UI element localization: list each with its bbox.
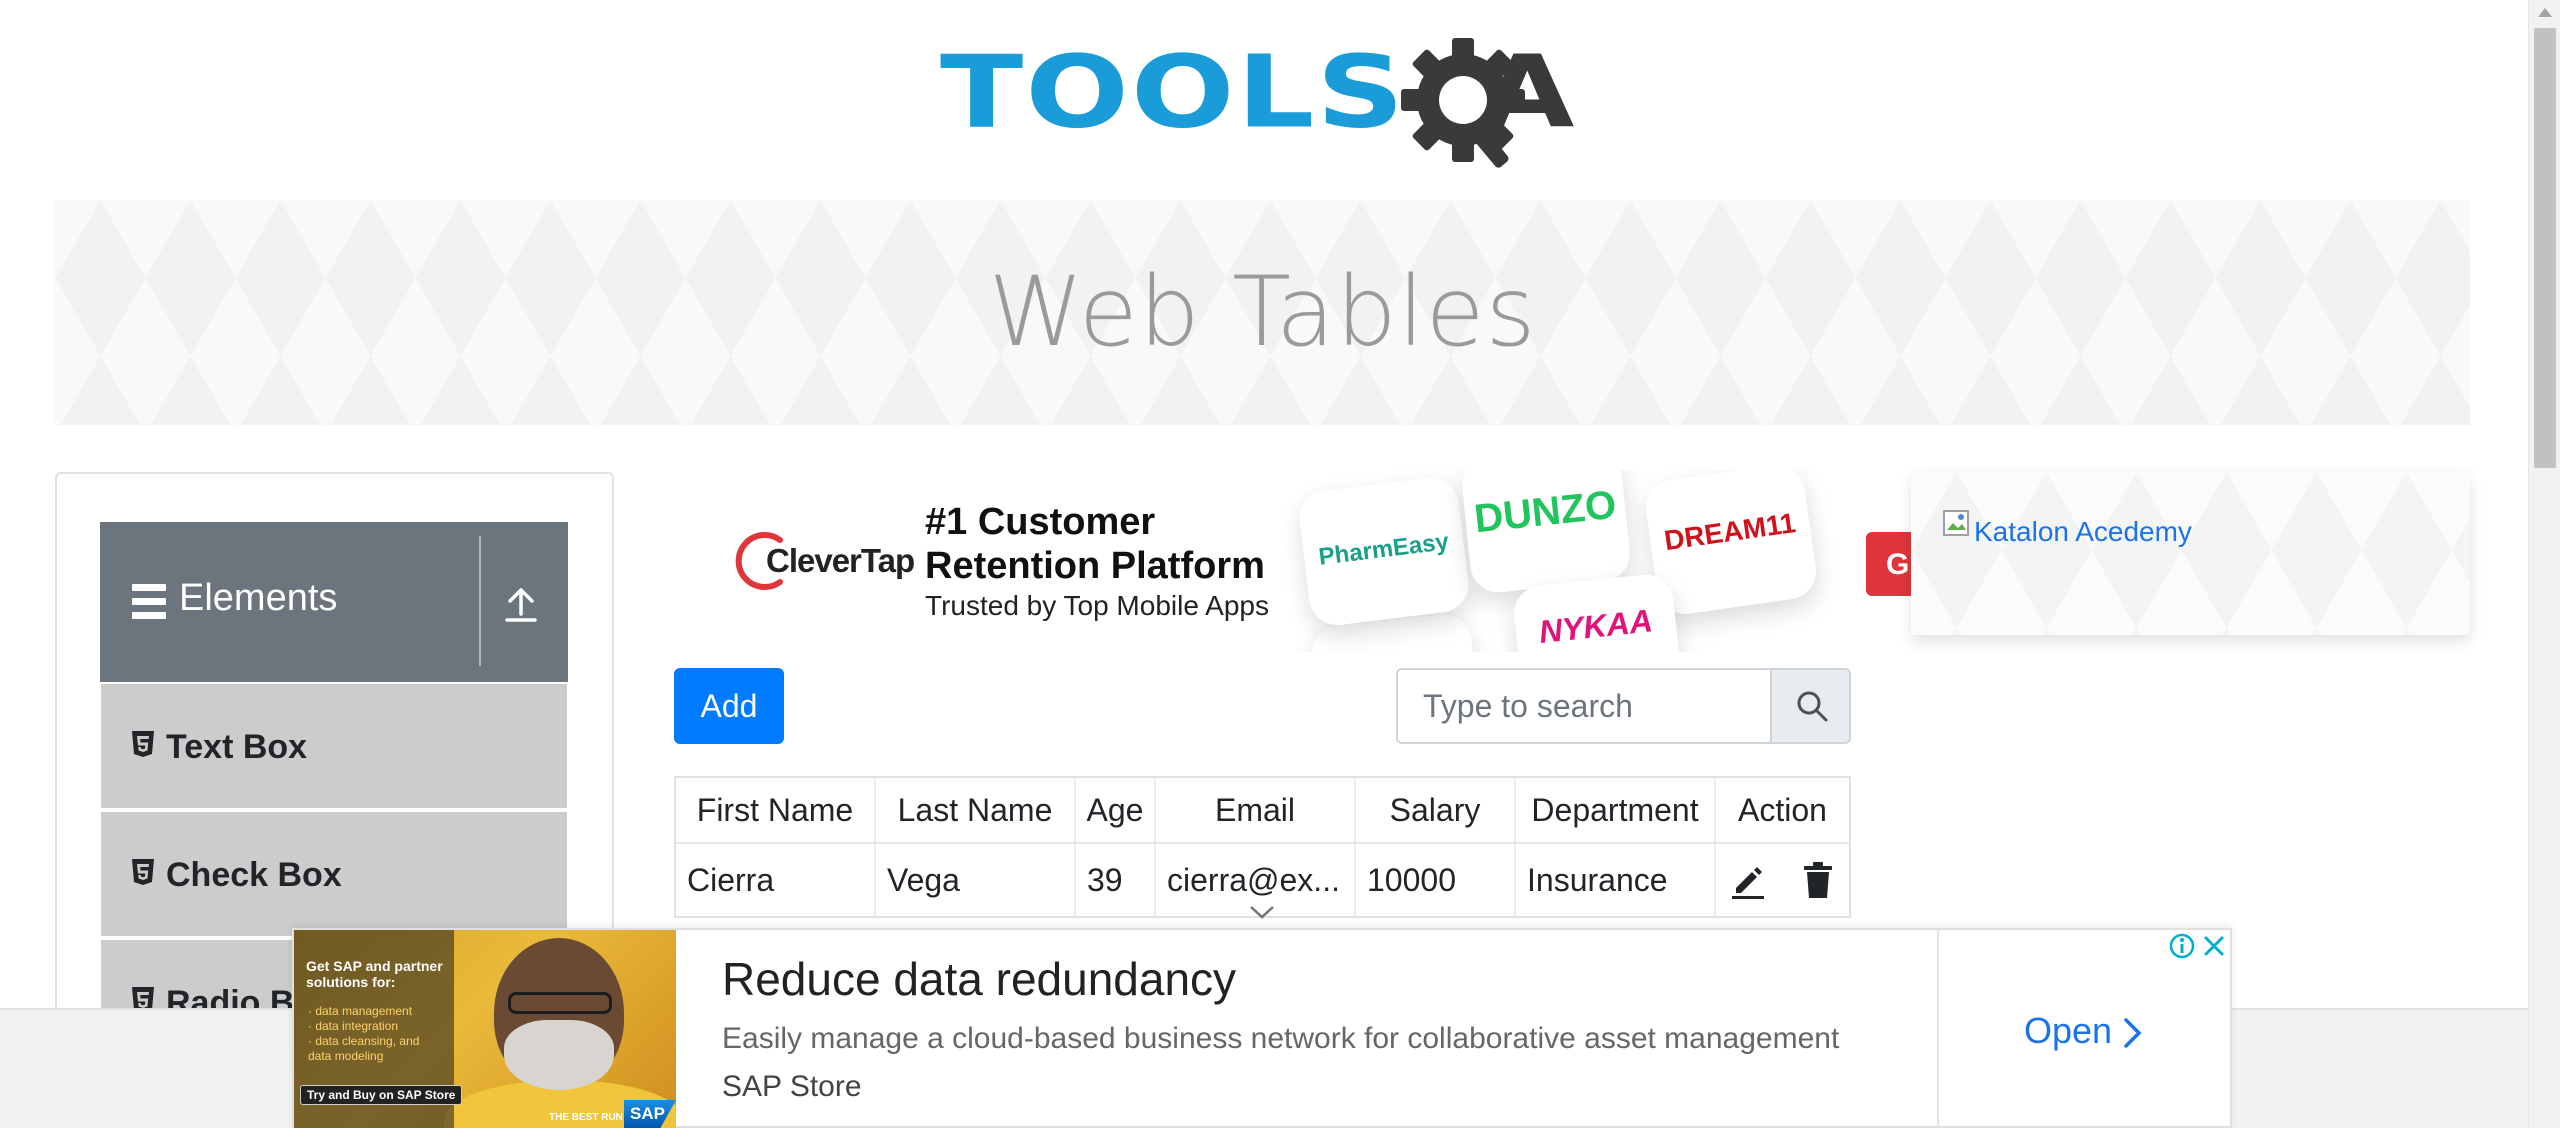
- cell-first-name: Cierra: [676, 844, 876, 916]
- ad-headline: #1 Customer Retention Platform: [925, 501, 1265, 587]
- cell-age: 39: [1076, 844, 1156, 916]
- html5-icon: [132, 859, 154, 885]
- ad-image-bullets: · data management · data integration · d…: [308, 1004, 420, 1063]
- ad-person-beard: [504, 1020, 614, 1090]
- sap-ad[interactable]: Get SAP and partner solutions for: · dat…: [292, 928, 2232, 1128]
- cell-last-name: Vega: [876, 844, 1076, 916]
- clevertap-logo: CleverTap: [732, 528, 932, 598]
- search-button[interactable]: [1770, 670, 1849, 742]
- logo-a-letter: A: [1480, 33, 1575, 151]
- ad-divider: [1937, 930, 1939, 1128]
- search-box: [1396, 668, 1851, 744]
- scrollbar-thumb[interactable]: [2534, 28, 2556, 468]
- add-record-button[interactable]: Add: [674, 668, 784, 744]
- ad-description: Easily manage a cloud-based business net…: [722, 1022, 1840, 1055]
- chevron-right-icon[interactable]: [2122, 1016, 2144, 1050]
- ad-image-tagline: THE BEST RUN: [549, 1112, 623, 1123]
- scroll-up-arrow-icon[interactable]: [2538, 8, 2552, 17]
- elements-group-header[interactable]: Elements: [100, 522, 568, 682]
- chevron-down-icon: [1250, 906, 1274, 919]
- sidebar-item-check-box[interactable]: Check Box: [101, 812, 567, 936]
- ad-image-title: Get SAP and partner solutions for:: [306, 958, 443, 990]
- cell-action: [1716, 844, 1849, 916]
- sidebar-item-label: Check Box: [166, 856, 342, 894]
- cell-salary: 10000: [1356, 844, 1516, 916]
- broken-image-icon: [1943, 510, 1969, 536]
- ad-open-button[interactable]: Open: [2024, 1010, 2112, 1052]
- header-salary[interactable]: Salary: [1356, 778, 1516, 842]
- close-icon[interactable]: [2200, 932, 2228, 960]
- katalon-link[interactable]: Katalon Acedemy: [1974, 516, 2192, 548]
- page-title: Web Tables: [988, 256, 1537, 368]
- ad-headline[interactable]: Reduce data redundancy: [722, 952, 1236, 1006]
- upload-arrow-icon[interactable]: [503, 584, 539, 624]
- table-header-row: First Name Last Name Age Email Salary De…: [676, 778, 1849, 844]
- ad-cta-button[interactable]: G: [1866, 532, 1914, 596]
- page-banner: Web Tables: [55, 200, 2470, 425]
- html5-icon: [132, 731, 154, 757]
- app-tile-dunzo: DUNZO: [1459, 470, 1633, 595]
- logo-tools-text: TOOLS: [940, 33, 1407, 151]
- header-action: Action: [1738, 791, 1827, 828]
- header-age[interactable]: Age: [1076, 778, 1156, 842]
- search-input[interactable]: [1398, 670, 1770, 742]
- search-icon: [1797, 691, 1828, 722]
- trash-icon[interactable]: [1798, 860, 1838, 900]
- cell-department: Insurance: [1516, 844, 1716, 916]
- header-last-name[interactable]: Last Name: [876, 778, 1076, 842]
- edit-pencil-icon[interactable]: [1728, 860, 1768, 900]
- ad-subline: Trusted by Top Mobile Apps: [925, 590, 1269, 621]
- adchoices-info-icon[interactable]: [2168, 932, 2196, 960]
- header-first-name[interactable]: First Name: [676, 778, 876, 842]
- sidebar-item-text-box[interactable]: Text Box: [101, 684, 567, 808]
- vertical-scrollbar[interactable]: [2528, 0, 2560, 1128]
- clevertap-brand: CleverTap: [766, 542, 915, 579]
- web-table: First Name Last Name Age Email Salary De…: [674, 776, 1851, 918]
- ad-source: SAP Store: [722, 1070, 862, 1103]
- header-divider: [479, 536, 481, 666]
- ad-person-glasses: [508, 992, 612, 1014]
- clevertap-ad-banner[interactable]: CleverTap #1 Customer Retention Platform…: [676, 470, 1914, 652]
- toolsqa-logo[interactable]: TOOLS A: [940, 28, 1590, 178]
- header-email[interactable]: Email: [1156, 778, 1356, 842]
- ad-image[interactable]: Get SAP and partner solutions for: · dat…: [294, 930, 676, 1128]
- sidebar-item-label: Text Box: [166, 728, 308, 766]
- hamburger-icon: [132, 584, 166, 620]
- ad-image-cta[interactable]: Try and Buy on SAP Store: [300, 1085, 463, 1105]
- header-department[interactable]: Department: [1516, 778, 1716, 842]
- katalon-ad[interactable]: Katalon Acedemy: [1911, 472, 2470, 635]
- app-tile-pharmeasy: PharmEasy: [1296, 474, 1472, 629]
- group-title: Elements: [179, 577, 338, 619]
